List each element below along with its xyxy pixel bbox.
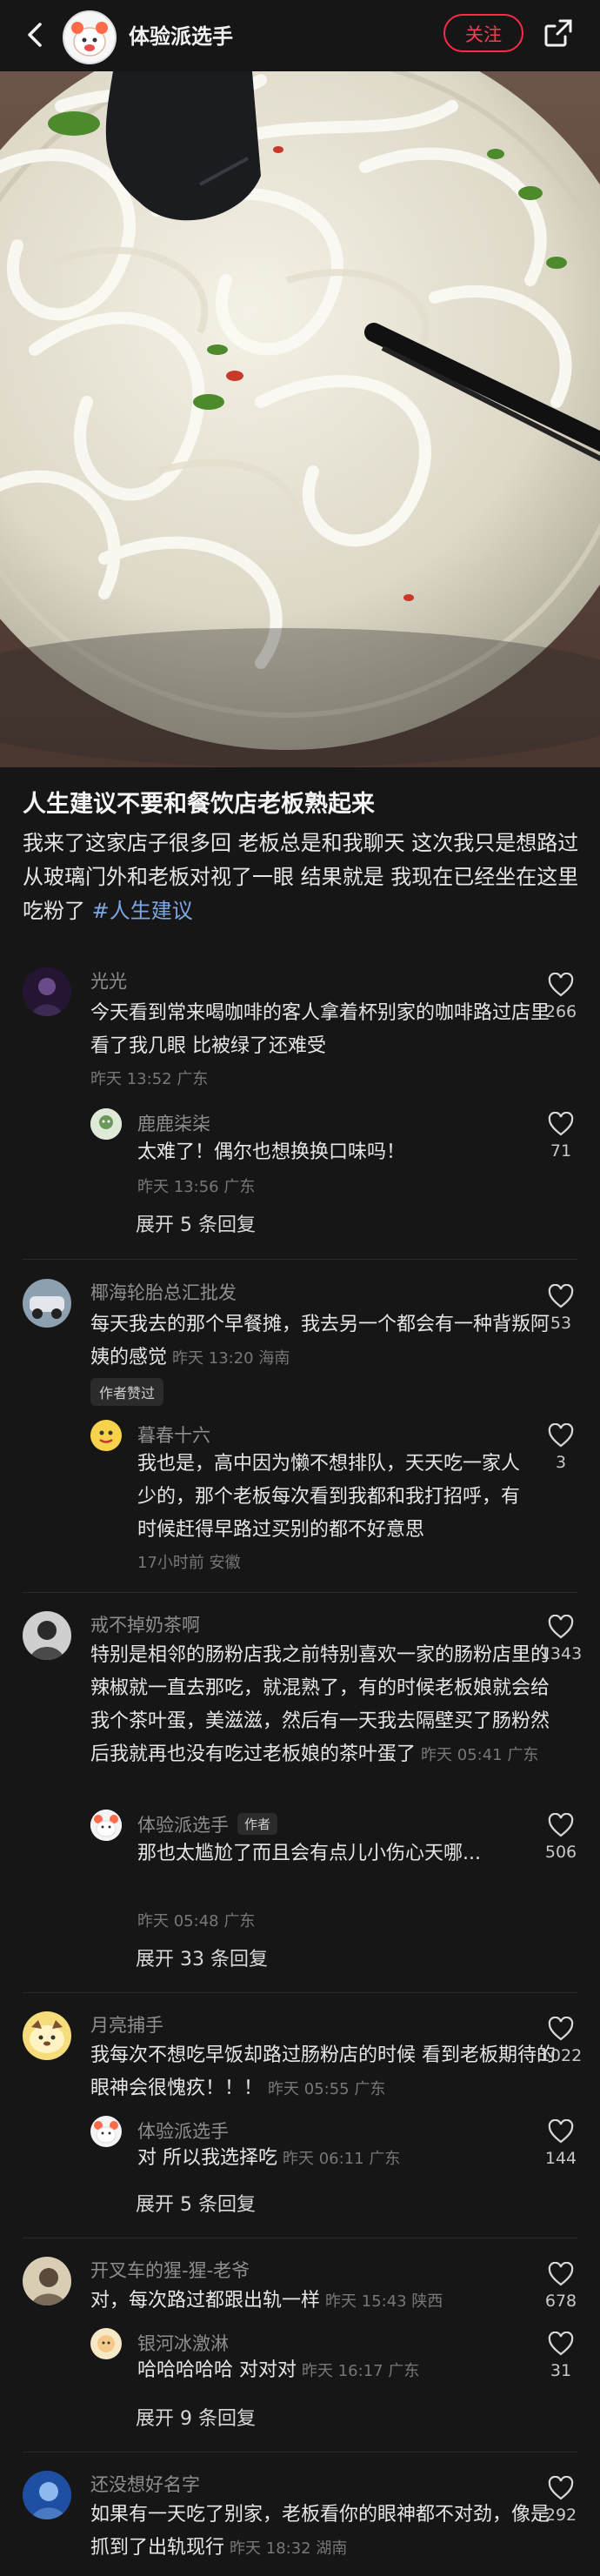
- heart-outline-icon[interactable]: [548, 1111, 574, 1136]
- like-count: 1343: [539, 1644, 583, 1663]
- heart-outline-icon[interactable]: [548, 1283, 574, 1308]
- commenter-avatar[interactable]: [23, 2257, 71, 2305]
- comment-text: 我每次不想吃早饭却路过肠粉店的时候 看到老板期待的眼神会很愧疚！！！ 昨天 05:…: [90, 2039, 560, 2106]
- author-liked-badge: 作者赞过: [90, 1378, 164, 1406]
- like-count: 678: [544, 2292, 577, 2311]
- post-photo-rice-noodles[interactable]: [0, 71, 600, 767]
- reply-meta: 昨天 05:48 广东: [137, 1912, 256, 1930]
- heart-outline-icon[interactable]: [548, 1614, 574, 1639]
- comment-meta: 昨天 13:52 广东: [90, 1070, 209, 1088]
- commenter-avatar[interactable]: [23, 2011, 71, 2060]
- follow-button[interactable]: 关注: [443, 14, 523, 52]
- comment-meta: 昨天 13:20 海南: [172, 1349, 290, 1368]
- reply-avatar[interactable]: [90, 1810, 122, 1841]
- author-avatar[interactable]: [63, 10, 117, 64]
- reply-author[interactable]: 银河冰激淋: [137, 2330, 229, 2356]
- comment-divider: [23, 1259, 577, 1260]
- heart-outline-icon[interactable]: [548, 2331, 574, 2356]
- heart-outline-icon[interactable]: [548, 2118, 574, 2144]
- heart-outline-icon[interactable]: [548, 1812, 574, 1837]
- like-count: 3: [555, 1453, 567, 1472]
- back-icon[interactable]: [19, 17, 54, 52]
- reply-meta: 昨天 13:56 广东: [137, 1178, 256, 1196]
- reply-meta: 昨天 16:17 广东: [302, 2362, 420, 2380]
- comment-text: 如果有一天吃了别家，老板看你的眼神都不对劲，像是抓到了出轨现行 昨天 18:32 …: [90, 2499, 560, 2566]
- comment-author[interactable]: 椰海轮胎总汇批发: [90, 1279, 237, 1305]
- heart-outline-icon[interactable]: [548, 1422, 574, 1448]
- commenter-avatar[interactable]: [23, 967, 71, 1016]
- like-count: 31: [550, 2361, 572, 2380]
- expand-replies-button[interactable]: 展开 5 条回复: [136, 1209, 256, 1237]
- reply-text-body: 哈哈哈哈哈 对对对: [137, 2359, 297, 2381]
- reply-meta: 17小时前 安徽: [137, 1554, 241, 1572]
- comment-divider: [23, 1992, 577, 1993]
- reply-text: 我也是，高中因为懒不想排队，天天吃一家人少的，那个老板每次看到我都和我打招呼，有…: [137, 1453, 521, 1541]
- reply-text: 那也太尴尬了而且会有点儿小伤心天哪...: [137, 1843, 481, 1864]
- reply-text-body: 对 所以我选择吃: [137, 2147, 277, 2169]
- reply-author-name[interactable]: 体验派选手: [137, 1815, 229, 1836]
- comment-author[interactable]: 光光: [90, 967, 127, 994]
- comment-text: 今天看到常来喝咖啡的客人拿着杯别家的咖啡路过店里看了我几眼 比被绿了还难受: [90, 1002, 550, 1057]
- expand-replies-button[interactable]: 展开 33 条回复: [136, 1944, 268, 1971]
- commenter-avatar[interactable]: [23, 1279, 71, 1328]
- reply-avatar[interactable]: [90, 2328, 122, 2359]
- post-title: 人生建议不要和餐饮店老板熟起来: [23, 791, 375, 818]
- top-bar: 体验派选手 关注: [0, 0, 600, 71]
- comment-author[interactable]: 开叉车的猩-猩-老爷: [90, 2257, 250, 2283]
- comment-author[interactable]: 月亮捕手: [90, 2011, 163, 2037]
- like-count: 144: [544, 2149, 577, 2168]
- reply-author[interactable]: 鹿鹿柒柒: [137, 1110, 210, 1136]
- like-count: 292: [544, 2506, 577, 2525]
- heart-outline-icon[interactable]: [548, 972, 574, 997]
- comment-text-body: 每天我去的那个早餐摊，我去另一个都会有一种背叛阿姨的感觉: [90, 1314, 550, 1368]
- reply-text: 哈哈哈哈哈 对对对 昨天 16:17 广东: [137, 2354, 537, 2388]
- post-body: 我来了这家店子很多回 老板总是和我聊天 这次我只是想路过 从玻璃门外和老板对视了…: [23, 826, 579, 928]
- reply-author[interactable]: 体验派选手 作者: [137, 1811, 278, 1837]
- author-badge: 作者: [237, 1813, 278, 1835]
- comment-meta: 昨天 15:43 陕西: [325, 2292, 443, 2311]
- expand-replies-button[interactable]: 展开 5 条回复: [136, 2189, 256, 2217]
- comment-meta: 昨天 18:32 湖南: [230, 2539, 348, 2558]
- like-count: 1022: [539, 2046, 583, 2065]
- commenter-avatar[interactable]: [23, 1611, 71, 1660]
- reply-meta: 昨天 06:11 广东: [283, 2150, 401, 2168]
- reply-avatar[interactable]: [90, 2116, 122, 2147]
- like-count: 53: [550, 1314, 572, 1333]
- like-count: 71: [550, 1141, 572, 1161]
- comment-author[interactable]: 还没想好名字: [90, 2471, 200, 2497]
- reply-avatar[interactable]: [90, 1108, 122, 1140]
- comment-author[interactable]: 戒不掉奶茶啊: [90, 1611, 200, 1637]
- comment-text: 特别是相邻的肠粉店我之前特别喜欢一家的肠粉店里的辣椒就一直去那吃，就混熟了，有的…: [90, 1639, 564, 1772]
- reply-avatar[interactable]: [90, 1420, 122, 1451]
- comment-meta: 昨天 05:55 广东: [268, 2080, 386, 2098]
- comment-text-body: 对，每次路过都跟出轨一样: [90, 2290, 321, 2312]
- like-count: 506: [544, 1843, 577, 1862]
- comment-divider: [23, 1592, 577, 1593]
- comment-meta: 昨天 05:41 广东: [421, 1746, 539, 1764]
- heart-outline-icon[interactable]: [548, 2261, 574, 2286]
- heart-outline-icon[interactable]: [548, 2475, 574, 2500]
- like-count: 266: [544, 1002, 577, 1021]
- commenter-avatar[interactable]: [23, 2471, 71, 2519]
- comment-text: 对，每次路过都跟出轨一样 昨天 15:43 陕西: [90, 2285, 560, 2318]
- author-name[interactable]: 体验派选手: [129, 19, 233, 50]
- expand-replies-button[interactable]: 展开 9 条回复: [136, 2403, 256, 2431]
- heart-outline-icon[interactable]: [548, 2016, 574, 2041]
- reply-author[interactable]: 暮春十六: [137, 1422, 210, 1448]
- post-tag-link[interactable]: #人生建议: [92, 899, 193, 923]
- reply-text: 太难了！偶尔也想换换口味吗！: [137, 1141, 406, 1163]
- reply-text: 对 所以我选择吃 昨天 06:11 广东: [137, 2142, 537, 2176]
- comment-text: 每天我去的那个早餐摊，我去另一个都会有一种背叛阿姨的感觉 昨天 13:20 海南: [90, 1308, 560, 1375]
- share-icon[interactable]: [541, 16, 576, 50]
- reply-author[interactable]: 体验派选手: [137, 2118, 229, 2144]
